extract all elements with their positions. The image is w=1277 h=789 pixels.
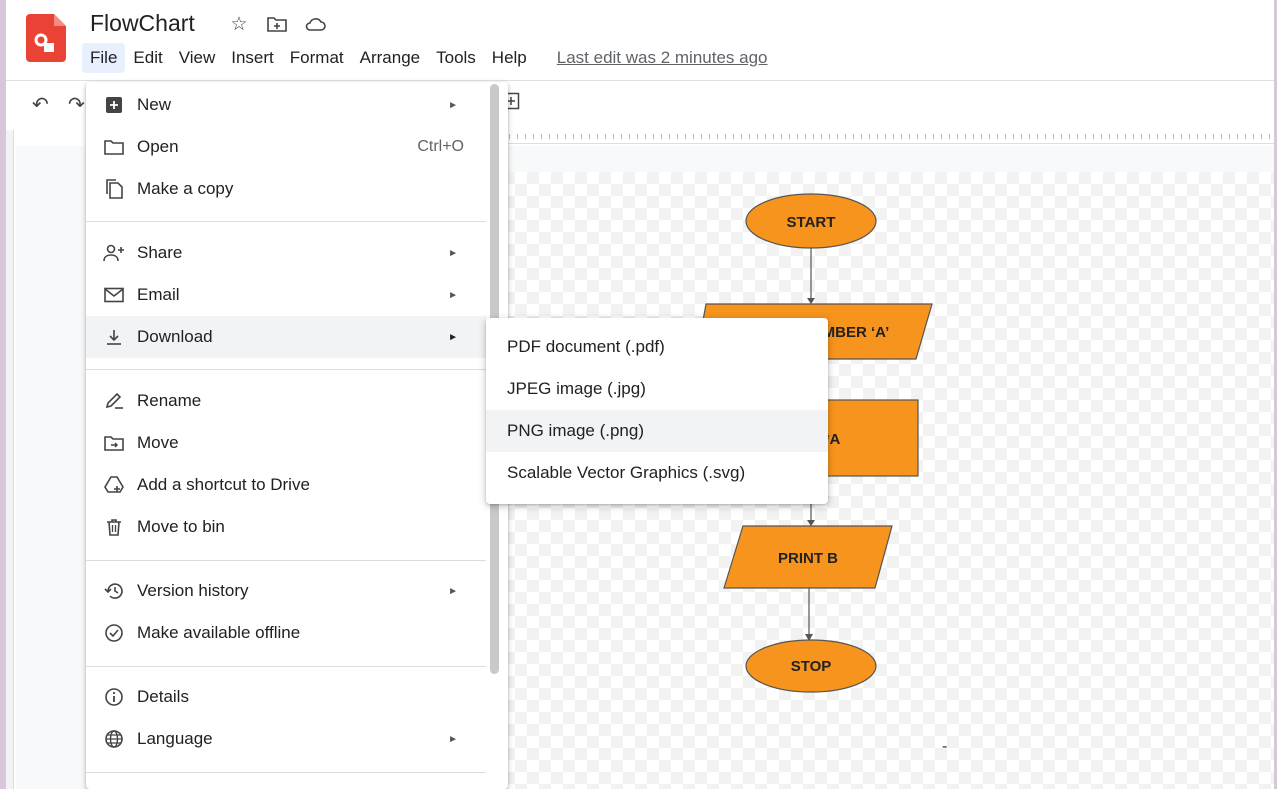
menu-item-language[interactable]: Language ► <box>86 718 486 760</box>
menu-separator <box>86 666 486 667</box>
menu-item-open-label: Open <box>137 137 179 156</box>
menu-item-add-shortcut-label: Add a shortcut to Drive <box>137 475 310 494</box>
node-start[interactable]: START <box>745 193 877 249</box>
download-svg[interactable]: Scalable Vector Graphics (.svg) <box>486 452 828 494</box>
menu-item-make-copy[interactable]: Make a copy <box>86 168 486 210</box>
menu-item-details-label: Details <box>137 687 189 706</box>
new-icon <box>102 93 126 117</box>
history-icon <box>102 579 126 603</box>
drive-shortcut-icon <box>102 473 126 497</box>
share-icon <box>102 241 126 265</box>
download-png[interactable]: PNG image (.png) <box>486 410 828 452</box>
trash-icon <box>102 515 126 539</box>
menu-item-move[interactable]: Move <box>86 422 486 464</box>
menu-item-move-to-bin[interactable]: Move to bin <box>86 506 486 548</box>
menu-item-share[interactable]: Share ► <box>86 232 486 274</box>
menu-item-offline[interactable]: Make available offline <box>86 612 486 654</box>
menu-item-version-history-label: Version history <box>137 581 249 600</box>
node-stop[interactable]: STOP <box>745 639 877 693</box>
copy-icon <box>102 177 126 201</box>
menu-item-download-label: Download <box>137 327 213 346</box>
node-input-label: MBER ‘A’ <box>823 324 890 341</box>
folder-icon <box>102 135 126 159</box>
menu-item-email[interactable]: Email ► <box>86 274 486 316</box>
menu-item-email-label: Email <box>137 285 180 304</box>
menu-separator <box>86 221 486 222</box>
menu-item-move-label: Move <box>137 433 179 452</box>
menu-item-version-history[interactable]: Version history ► <box>86 570 486 612</box>
submenu-arrow-icon: ► <box>448 289 458 301</box>
node-start-label: START <box>787 214 836 231</box>
menu-separator <box>86 772 486 773</box>
menu-item-rename[interactable]: Rename <box>86 380 486 422</box>
menu-separator <box>86 369 486 370</box>
submenu-arrow-icon: ► <box>448 331 458 343</box>
menu-item-share-label: Share <box>137 243 183 262</box>
node-print-label: PRINT B <box>778 550 838 567</box>
submenu-arrow-icon: ► <box>448 247 458 259</box>
menu-item-open[interactable]: Open Ctrl+O <box>86 126 486 168</box>
globe-icon <box>102 727 126 751</box>
download-icon <box>102 325 126 349</box>
submenu-arrow-icon: ► <box>448 99 458 111</box>
menu-separator <box>86 560 486 561</box>
menu-item-language-label: Language <box>137 729 213 748</box>
menu-item-new[interactable]: New ► <box>86 84 486 126</box>
app-window: FlowChart ☆ File Edit View Insert Format… <box>6 0 1274 789</box>
menu-item-add-shortcut[interactable]: Add a shortcut to Drive <box>86 464 486 506</box>
menu-item-details[interactable]: Details <box>86 676 486 718</box>
file-menu: New ► Open Ctrl+O Make a copy Share ► Em… <box>86 82 508 789</box>
menu-item-rename-label: Rename <box>137 391 202 410</box>
download-submenu: PDF document (.pdf) JPEG image (.jpg) PN… <box>486 318 828 504</box>
arrowhead-3 <box>807 520 815 526</box>
menu-item-new-label: New <box>137 95 172 114</box>
menu-item-make-copy-label: Make a copy <box>137 179 234 198</box>
node-print[interactable]: PRINT B <box>723 525 893 589</box>
move-icon <box>102 431 126 455</box>
submenu-arrow-icon: ► <box>448 585 458 597</box>
info-icon <box>102 685 126 709</box>
open-shortcut: Ctrl+O <box>417 138 464 155</box>
menu-item-download[interactable]: Download ► <box>86 316 486 358</box>
canvas-marker: - <box>942 738 948 755</box>
download-pdf[interactable]: PDF document (.pdf) <box>486 326 828 368</box>
offline-icon <box>102 621 126 645</box>
arrowhead-1 <box>807 298 815 304</box>
email-icon <box>102 283 126 307</box>
menu-item-move-to-bin-label: Move to bin <box>137 517 225 536</box>
submenu-arrow-icon: ► <box>448 733 458 745</box>
download-jpg[interactable]: JPEG image (.jpg) <box>486 368 828 410</box>
menu-item-offline-label: Make available offline <box>137 623 301 642</box>
node-stop-label: STOP <box>791 658 832 675</box>
rename-icon <box>102 389 126 413</box>
